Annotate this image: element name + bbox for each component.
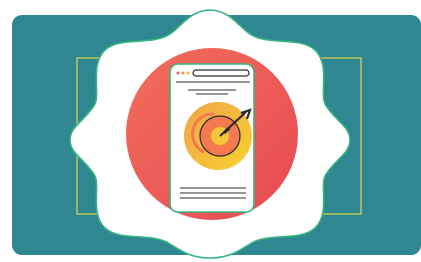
dot-red [176, 71, 180, 75]
window-dots-icon [176, 71, 190, 75]
illustration-scene [0, 0, 421, 262]
browser-page [169, 63, 255, 213]
address-bar [192, 69, 250, 77]
illustration-canvas [12, 9, 421, 259]
dot-orange [181, 71, 185, 75]
dot-yellow [186, 71, 190, 75]
